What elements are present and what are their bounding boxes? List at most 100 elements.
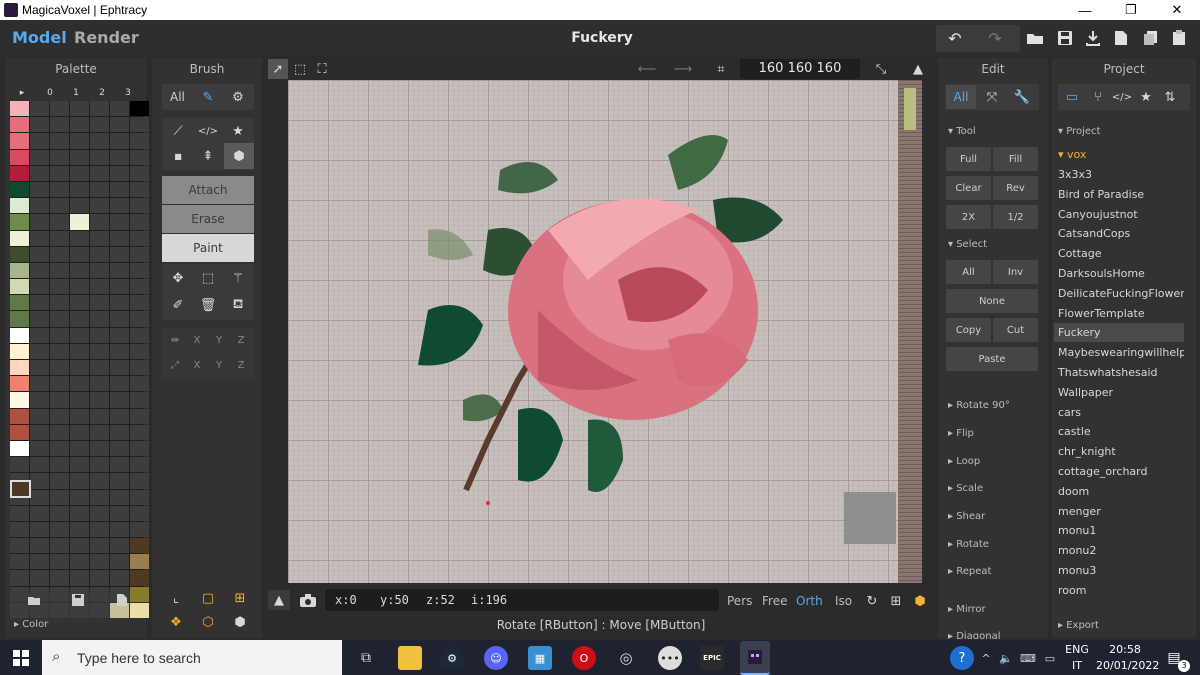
palette-swatch[interactable] (10, 538, 29, 554)
palette-swatch[interactable] (10, 279, 29, 295)
palette-swatch[interactable] (50, 473, 69, 489)
palette-swatch[interactable] (50, 424, 69, 440)
palette-swatch[interactable] (30, 262, 49, 279)
palette-swatch[interactable] (50, 181, 69, 198)
palette-swatch[interactable] (70, 262, 89, 279)
arrow-right-icon[interactable]: ⟶ (666, 59, 700, 79)
palette-swatch[interactable] (110, 230, 129, 246)
full-button[interactable]: Full (946, 147, 991, 171)
project-item[interactable]: Wallpaper (1054, 383, 1184, 402)
palette-swatch[interactable] (30, 505, 49, 521)
favorite-star-icon[interactable]: ★ (1134, 86, 1158, 108)
axis-lock-icon[interactable]: ⤢ (164, 355, 186, 375)
palette-swatch[interactable] (130, 165, 149, 181)
opera-icon[interactable]: O (572, 646, 596, 670)
save-icon[interactable] (1052, 26, 1078, 50)
palette-swatch[interactable] (70, 360, 89, 376)
selected-color-swatch[interactable] (10, 480, 31, 498)
gear-icon[interactable]: ⚙ (226, 86, 250, 108)
export-section-toggle[interactable]: ▸ Export (1058, 620, 1099, 631)
tiles-icon[interactable]: ❖ (164, 612, 188, 632)
mirror-section[interactable]: ▸ Mirror (948, 604, 986, 615)
palette-swatch[interactable] (10, 392, 29, 408)
new-file-icon[interactable] (1108, 26, 1134, 50)
palette-swatch[interactable] (110, 327, 129, 343)
palette-swatch[interactable] (10, 230, 29, 246)
project-item[interactable]: room (1054, 581, 1184, 600)
palette-swatch[interactable] (90, 602, 109, 618)
palette-swatch[interactable] (30, 246, 49, 262)
palette-swatch[interactable] (50, 198, 69, 214)
palette-swatch[interactable] (70, 376, 89, 392)
palette-swatch[interactable] (50, 360, 69, 376)
palette-swatch[interactable] (110, 214, 129, 230)
view-free[interactable]: Free (762, 594, 787, 608)
palette-swatch[interactable] (110, 554, 129, 570)
project-section-toggle[interactable]: ▾ Project (1058, 126, 1100, 137)
palette-swatch[interactable] (90, 343, 109, 359)
palette-swatch[interactable] (110, 440, 129, 457)
palette-swatch[interactable] (130, 230, 149, 246)
color-section-toggle[interactable]: ▸ Color (14, 619, 48, 630)
line-brush-icon[interactable]: ⟋ (164, 119, 192, 143)
palette-swatch[interactable] (130, 457, 149, 473)
project-item[interactable]: cottage_orchard (1054, 462, 1184, 481)
palette-swatch[interactable] (110, 133, 129, 149)
palette-swatch[interactable] (50, 489, 69, 505)
palette-swatch[interactable] (70, 505, 89, 521)
palette-swatch[interactable] (10, 149, 29, 165)
project-item[interactable]: teapot (1054, 601, 1184, 605)
palette-swatch[interactable] (130, 214, 149, 230)
camera-icon[interactable] (296, 590, 320, 610)
palette-swatch[interactable] (110, 473, 129, 489)
project-item[interactable]: 3x3x3 (1054, 165, 1184, 184)
palette-swatch[interactable] (130, 311, 149, 327)
palette-swatch[interactable] (130, 521, 149, 538)
palette-swatch[interactable] (10, 262, 29, 279)
palette-swatch[interactable] (70, 230, 89, 246)
palette-swatch[interactable] (70, 489, 89, 505)
palette-swatch[interactable] (10, 133, 29, 149)
project-item[interactable]: Canyoujustnot (1054, 205, 1184, 224)
palette-swatch[interactable] (130, 489, 149, 505)
language-label[interactable]: ENG (1064, 643, 1090, 656)
palette-swatch[interactable] (30, 101, 49, 117)
palette-swatch[interactable] (10, 327, 29, 343)
palette-swatch[interactable] (130, 198, 149, 214)
palette-swatch[interactable] (110, 295, 129, 311)
palette-swatch[interactable] (110, 538, 129, 554)
palette-swatch[interactable] (10, 440, 29, 457)
task-view-icon[interactable]: ⧉ (354, 646, 378, 670)
copy-file-icon[interactable] (1138, 26, 1164, 50)
attach-mode-button[interactable]: Attach (162, 176, 254, 204)
select-inverse-button[interactable]: Inv (993, 260, 1038, 284)
palette-swatch[interactable] (10, 457, 29, 473)
clear-button[interactable]: Clear (946, 176, 991, 200)
palette-swatch[interactable] (50, 279, 69, 295)
half-size-button[interactable]: 1/2 (993, 205, 1038, 229)
palette-page-3[interactable]: 3 (116, 88, 140, 98)
palette-swatch[interactable] (110, 311, 129, 327)
view-iso[interactable]: Iso (835, 594, 852, 608)
palette-swatch[interactable] (70, 214, 89, 230)
render-mode-tab[interactable]: Render (74, 28, 139, 47)
palette-page-0[interactable]: 0 (38, 88, 62, 98)
crop-icon[interactable]: ⌗ (708, 59, 734, 79)
palette-swatch[interactable] (50, 343, 69, 359)
palette-swatch[interactable] (110, 181, 129, 198)
erase-mode-button[interactable]: Erase (162, 205, 254, 233)
photos-icon[interactable]: ▦ (528, 646, 552, 670)
magic-wand-icon[interactable]: ⚚ (224, 266, 252, 290)
paint-bucket-icon[interactable]: ⛾ (224, 293, 252, 317)
palette-swatch[interactable] (90, 101, 109, 117)
project-item[interactable]: cars (1054, 403, 1184, 422)
palette-swatch[interactable] (110, 392, 129, 408)
project-item[interactable]: monu3 (1054, 561, 1184, 580)
palette-swatch[interactable] (70, 101, 89, 117)
palette-swatch[interactable] (130, 181, 149, 198)
minimize-button[interactable]: — (1062, 0, 1108, 20)
project-item[interactable]: doom (1054, 482, 1184, 501)
palette-swatch[interactable] (130, 101, 149, 117)
palette-swatch[interactable] (110, 360, 129, 376)
project-item[interactable]: monu1 (1054, 521, 1184, 540)
